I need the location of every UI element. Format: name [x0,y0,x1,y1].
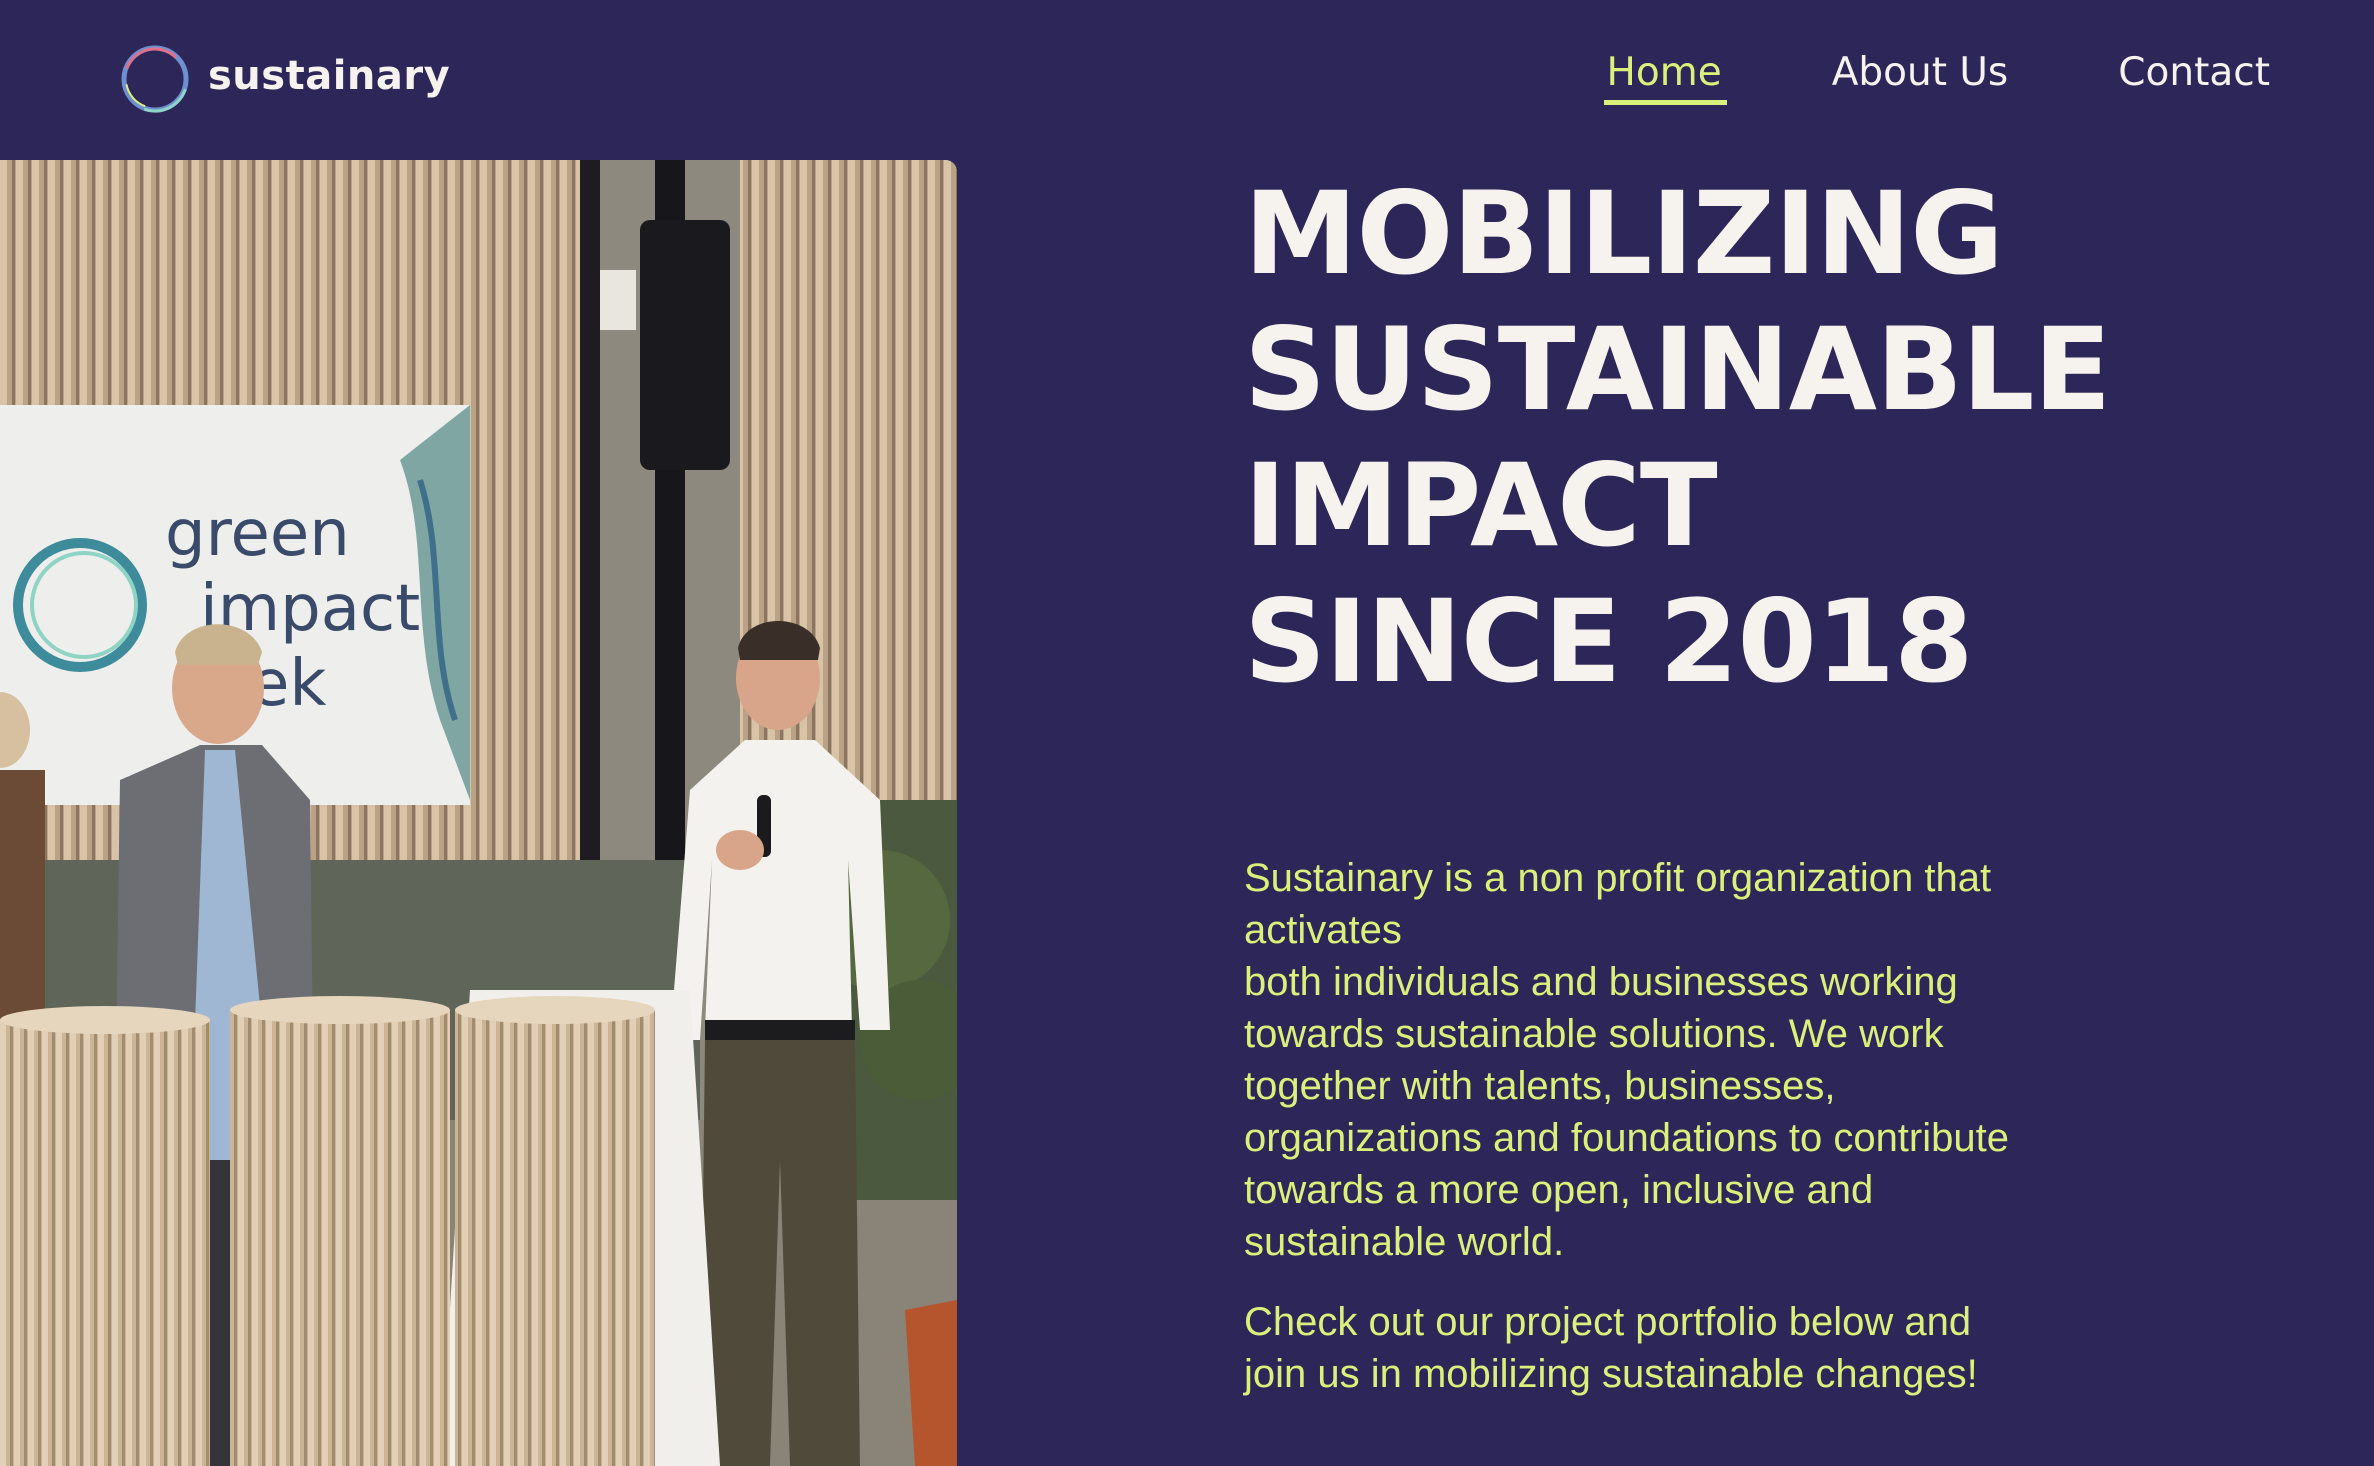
site-header: sustainary Home About Us Contact [0,0,2374,160]
cta-line: join us in mobilizing sustainable change… [1244,1352,1978,1396]
nav-home[interactable]: Home [1603,51,1727,105]
intro-line: both individuals and businesses working [1244,960,1958,1004]
intro-line: towards sustainable solutions. We work [1244,1012,1944,1056]
hero-description: Sustainary is a non profit organization … [1244,852,2124,1400]
hero-title-line: SUSTAINABLE [1244,303,2111,436]
nav-about-us[interactable]: About Us [1832,51,2009,95]
main-nav: Home About Us Contact [1603,51,2270,105]
banner-text-green: green [165,497,350,571]
cta-paragraph: Check out our project portfolio below an… [1244,1296,2124,1400]
hero-event-photo: green impact ek [0,160,957,1466]
logo-text: sustainary [208,53,451,99]
cta-line: Check out our project portfolio below an… [1244,1300,1972,1344]
intro-paragraph: Sustainary is a non profit organization … [1244,852,2124,1268]
hero-title-line: SINCE 2018 [1244,575,1973,708]
intro-line: Sustainary is a non profit organization … [1244,856,1992,900]
nav-contact[interactable]: Contact [2118,51,2270,95]
hero-title: MOBILIZING SUSTAINABLE IMPACT SINCE 2018 [1244,166,2304,710]
logo-link[interactable]: sustainary [116,40,450,118]
intro-line: activates [1244,908,1402,952]
logo-ring-icon [116,40,194,118]
hero-title-line: IMPACT [1244,439,1718,572]
hero-title-line: MOBILIZING [1244,167,2004,300]
intro-line: organizations and foundations to contrib… [1244,1116,2009,1160]
intro-line: together with talents, businesses, [1244,1064,1836,1108]
intro-line: towards a more open, inclusive and [1244,1168,1874,1212]
intro-line: sustainable world. [1244,1220,1565,1264]
